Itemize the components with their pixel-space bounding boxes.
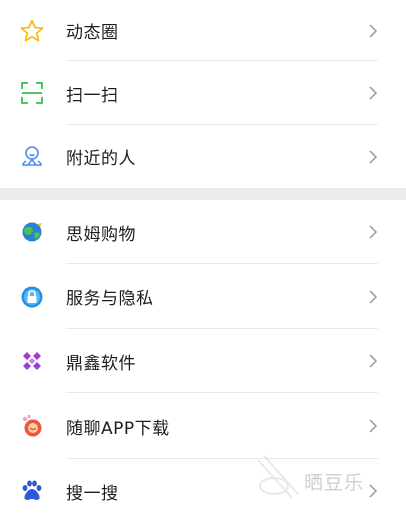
star-icon bbox=[19, 18, 45, 44]
menu-item-label: 服务与隐私 bbox=[66, 289, 154, 309]
chevron-right-icon bbox=[369, 23, 378, 38]
menu-item-moments[interactable]: 动态圈 bbox=[0, 0, 406, 61]
menu-item-nearby[interactable]: 附近的人 bbox=[0, 125, 406, 188]
menu-item-label: 搜一搜 bbox=[66, 483, 119, 504]
watermark-text: 晒豆乐 bbox=[304, 472, 365, 494]
menu-item-scan[interactable]: 扫一扫 bbox=[0, 61, 406, 125]
chevron-right-icon bbox=[369, 419, 378, 433]
menu-item-simu-shopping[interactable]: 思姆购物 bbox=[0, 200, 406, 264]
chevron-right-icon bbox=[369, 289, 378, 304]
diamond-cluster-icon bbox=[19, 348, 45, 374]
chevron-right-icon bbox=[369, 354, 378, 368]
menu-item-label: 附近的人 bbox=[66, 149, 136, 169]
menu-item-service-privacy[interactable]: 服务与隐私 bbox=[0, 264, 406, 329]
menu-item-label: 扫一扫 bbox=[66, 85, 119, 106]
menu-item-dingxin-software[interactable]: 鼎鑫软件 bbox=[0, 329, 406, 393]
scan-icon bbox=[19, 80, 45, 106]
menu-group-1: 动态圈 扫一扫 附近的人 bbox=[0, 0, 406, 188]
section-separator bbox=[0, 188, 406, 200]
globe-shopping-icon bbox=[19, 219, 45, 245]
chevron-right-icon bbox=[369, 86, 378, 100]
baidu-paw-icon bbox=[19, 478, 45, 504]
nearby-person-icon bbox=[19, 144, 45, 170]
chevron-right-icon bbox=[369, 225, 378, 239]
chevron-right-icon bbox=[369, 149, 378, 164]
menu-item-label: 动态圈 bbox=[66, 23, 119, 43]
menu-item-suiliao-app-download[interactable]: 随聊APP下载 bbox=[0, 393, 406, 459]
menu-item-label: 随聊APP下载 bbox=[66, 418, 170, 439]
menu-item-label: 鼎鑫软件 bbox=[66, 353, 136, 374]
menu-item-label: 思姆购物 bbox=[66, 224, 136, 245]
lock-icon bbox=[19, 284, 45, 310]
chat-app-icon bbox=[19, 413, 45, 439]
